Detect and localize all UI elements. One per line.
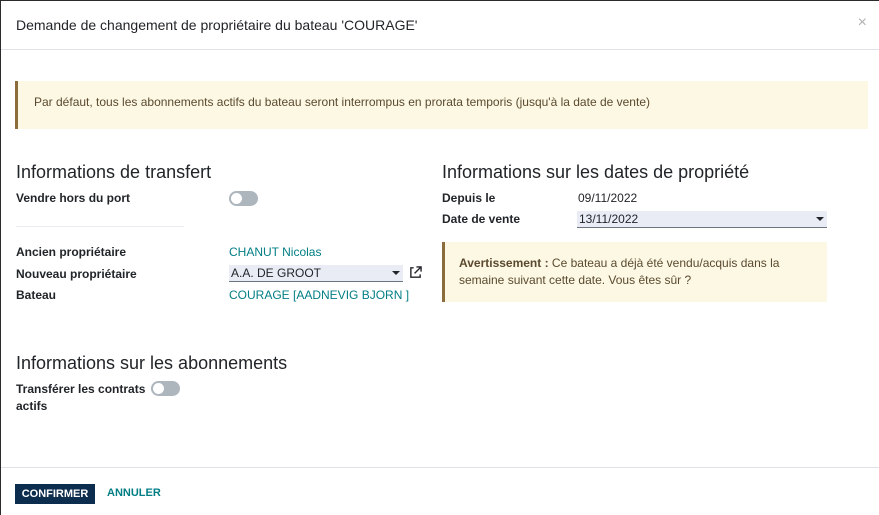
chevron-down-icon (816, 217, 824, 221)
sale-date-input[interactable]: 13/11/2022 (577, 211, 827, 228)
since-value: 09/11/2022 (578, 191, 638, 205)
dialog-title: Demande de changement de propriétaire du… (16, 17, 418, 33)
old-owner-label: Ancien propriétaire (16, 245, 127, 259)
new-owner-value: A.A. DE GROOT (231, 266, 322, 280)
divider (16, 226, 184, 227)
sale-date-label: Date de vente (442, 212, 521, 226)
owner-change-dialog: Demande de changement de propriétaire du… (0, 0, 879, 515)
sell-outside-port-toggle[interactable] (229, 191, 258, 206)
sell-outside-port-label: Vendre hors du port (16, 191, 131, 205)
cancel-button[interactable]: ANNULER (107, 487, 161, 499)
dialog-header: Demande de changement de propriétaire du… (1, 1, 879, 50)
boat-link[interactable]: COURAGE [AADNEVIG BJORN ] (229, 288, 409, 302)
transfer-contracts-toggle[interactable] (151, 381, 180, 396)
sale-date-value: 13/11/2022 (579, 212, 639, 226)
dates-section-title: Informations sur les dates de propriété (442, 162, 750, 182)
old-owner-link[interactable]: CHANUT Nicolas (229, 245, 321, 259)
transfer-section-title: Informations de transfert (16, 162, 212, 182)
subscriptions-section-title: Informations sur les abonnements (16, 353, 288, 373)
new-owner-label: Nouveau propriétaire (16, 267, 137, 281)
transfer-contracts-label-line2: actifs (16, 399, 48, 413)
chevron-down-icon (392, 271, 400, 275)
confirm-button[interactable]: CONFIRMER (15, 484, 95, 504)
warning-alert: Avertissement : Ce bateau a déjà été ven… (442, 242, 827, 302)
external-link-icon[interactable] (409, 266, 422, 279)
dialog-footer: CONFIRMER ANNULER (1, 467, 879, 515)
boat-label: Bateau (16, 288, 57, 302)
new-owner-select[interactable]: A.A. DE GROOT (229, 265, 403, 282)
transfer-contracts-label-line1: Transférer les contrats (16, 382, 146, 396)
warning-text-block: Avertissement : Ce bateau a déjà été ven… (459, 255, 819, 289)
close-icon[interactable]: × (858, 15, 867, 31)
warning-label: Avertissement : (459, 256, 549, 270)
since-label: Depuis le (442, 191, 496, 205)
info-alert-text: Par défaut, tous les abonnements actifs … (34, 95, 650, 109)
info-alert: Par défaut, tous les abonnements actifs … (15, 81, 868, 129)
